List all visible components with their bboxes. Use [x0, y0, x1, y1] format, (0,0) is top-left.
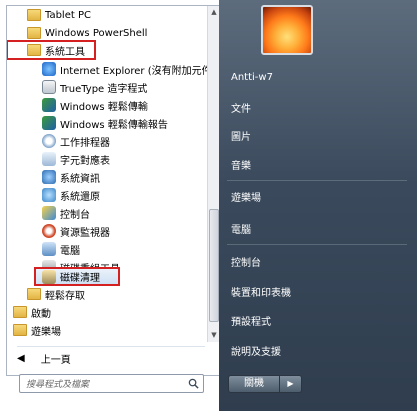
program-item-games[interactable]: 遊樂場: [7, 321, 207, 339]
program-label: 遊樂場: [31, 326, 61, 338]
search-icon[interactable]: [188, 378, 199, 389]
back-label: 上一頁: [40, 354, 71, 366]
program-item-windows-easy-transfer[interactable]: Windows 輕鬆傳輸: [7, 96, 207, 114]
control-panel-link[interactable]: 控制台: [231, 254, 261, 269]
internet-explorer-icon: [42, 62, 56, 76]
windows-easy-transfer-reports-icon: [42, 116, 56, 130]
program-item-windows-easy-transfer-reports[interactable]: Windows 輕鬆傳輸報告: [7, 114, 207, 132]
program-label: Tablet PC: [45, 9, 91, 21]
control-panel-icon: [42, 206, 56, 220]
program-label: Windows 輕鬆傳輸報告: [60, 119, 168, 131]
right-divider: [227, 244, 407, 245]
program-label: 系統資訊: [60, 173, 100, 185]
folder-icon: [13, 306, 27, 318]
search-placeholder: 搜尋程式及檔案: [26, 380, 90, 390]
pictures-link[interactable]: 圖片: [231, 128, 251, 143]
all-programs-panel: Tablet PC Windows PowerShell 系統工具 Intern…: [6, 5, 221, 376]
help-and-support-link[interactable]: 說明及支援: [231, 343, 281, 358]
scroll-up-arrow-icon[interactable]: ▲: [210, 8, 218, 16]
computer-link[interactable]: 電腦: [231, 221, 251, 236]
default-programs-link[interactable]: 預設程式: [231, 313, 271, 328]
disk-cleanup-icon: [42, 269, 56, 284]
shutdown-options-button[interactable]: ▶: [280, 375, 302, 393]
program-item-system-tools[interactable]: 系統工具: [7, 40, 96, 60]
music-link[interactable]: 音樂: [231, 157, 251, 172]
program-label: 磁碟清理: [60, 273, 100, 284]
user-name-link[interactable]: Antti-w7: [231, 72, 273, 83]
scrollbar-thumb[interactable]: [209, 209, 219, 322]
documents-link[interactable]: 文件: [231, 100, 251, 115]
folder-icon: [27, 27, 41, 39]
chevron-right-icon: ▶: [287, 379, 294, 388]
computer-icon: [42, 242, 56, 256]
resource-monitor-icon: [42, 224, 56, 238]
scroll-down-arrow-icon[interactable]: ▼: [210, 331, 218, 339]
program-item-system-information[interactable]: 系統資訊: [7, 168, 207, 186]
folder-icon: [13, 324, 27, 336]
program-item-truetype-editor[interactable]: TrueType 造字程式: [7, 78, 207, 96]
program-item-startup[interactable]: 啟動: [7, 303, 207, 321]
private-character-editor-icon: [42, 80, 56, 94]
program-label: 資源監視器: [60, 227, 110, 239]
right-panel: Antti-w7 文件 圖片 音樂 遊樂場 電腦 控制台 裝置和印表機 預設程式…: [219, 0, 417, 411]
program-label: 字元對應表: [60, 155, 110, 167]
program-label: 控制台: [60, 209, 90, 221]
program-label: Windows 輕鬆傳輸: [60, 101, 148, 113]
program-label: Internet Explorer (沒有附加元件: [60, 65, 207, 77]
devices-and-printers-link[interactable]: 裝置和印表機: [231, 284, 291, 299]
program-label: 工作排程器: [60, 137, 110, 149]
system-information-icon: [42, 170, 56, 184]
search-input[interactable]: 搜尋程式及檔案: [19, 374, 204, 393]
program-label: 啟動: [31, 308, 51, 320]
program-label: Windows PowerShell: [45, 27, 148, 39]
program-item-task-scheduler[interactable]: 工作排程器: [7, 132, 207, 150]
games-link[interactable]: 遊樂場: [231, 189, 261, 204]
task-scheduler-icon: [42, 134, 56, 148]
windows-easy-transfer-icon: [42, 98, 56, 112]
folder-icon: [27, 44, 41, 56]
program-item-ease-of-access[interactable]: 輕鬆存取: [7, 285, 207, 303]
system-restore-icon: [42, 188, 56, 202]
program-label: 系統工具: [45, 46, 85, 58]
back-arrow-icon: ◀: [17, 352, 25, 364]
program-item-internet-explorer[interactable]: Internet Explorer (沒有附加元件: [7, 60, 207, 78]
folder-icon: [27, 9, 41, 21]
program-item-disk-cleanup[interactable]: 磁碟清理: [34, 267, 120, 286]
program-item-control-panel[interactable]: 控制台: [7, 204, 207, 222]
program-list: Tablet PC Windows PowerShell 系統工具 Intern…: [7, 6, 207, 342]
start-menu: Tablet PC Windows PowerShell 系統工具 Intern…: [0, 0, 417, 411]
program-item-resource-monitor[interactable]: 資源監視器: [7, 222, 207, 240]
program-item-windows-powershell[interactable]: Windows PowerShell: [7, 24, 207, 42]
program-label: 輕鬆存取: [45, 290, 85, 302]
program-label: 系統還原: [60, 191, 100, 203]
program-item-character-map[interactable]: 字元對應表: [7, 150, 207, 168]
right-divider: [227, 180, 407, 181]
program-item-system-restore[interactable]: 系統還原: [7, 186, 207, 204]
program-item-tablet-pc[interactable]: Tablet PC: [7, 6, 207, 24]
program-label: TrueType 造字程式: [60, 83, 148, 95]
program-label: 電腦: [60, 245, 80, 257]
back-button[interactable]: ◀ 上一頁: [17, 349, 207, 367]
program-item-computer[interactable]: 電腦: [7, 240, 207, 258]
divider: [17, 346, 205, 347]
character-map-icon: [42, 152, 56, 166]
user-avatar[interactable]: [261, 5, 313, 55]
folder-icon: [27, 288, 41, 300]
shutdown-button[interactable]: 關機: [228, 375, 280, 393]
